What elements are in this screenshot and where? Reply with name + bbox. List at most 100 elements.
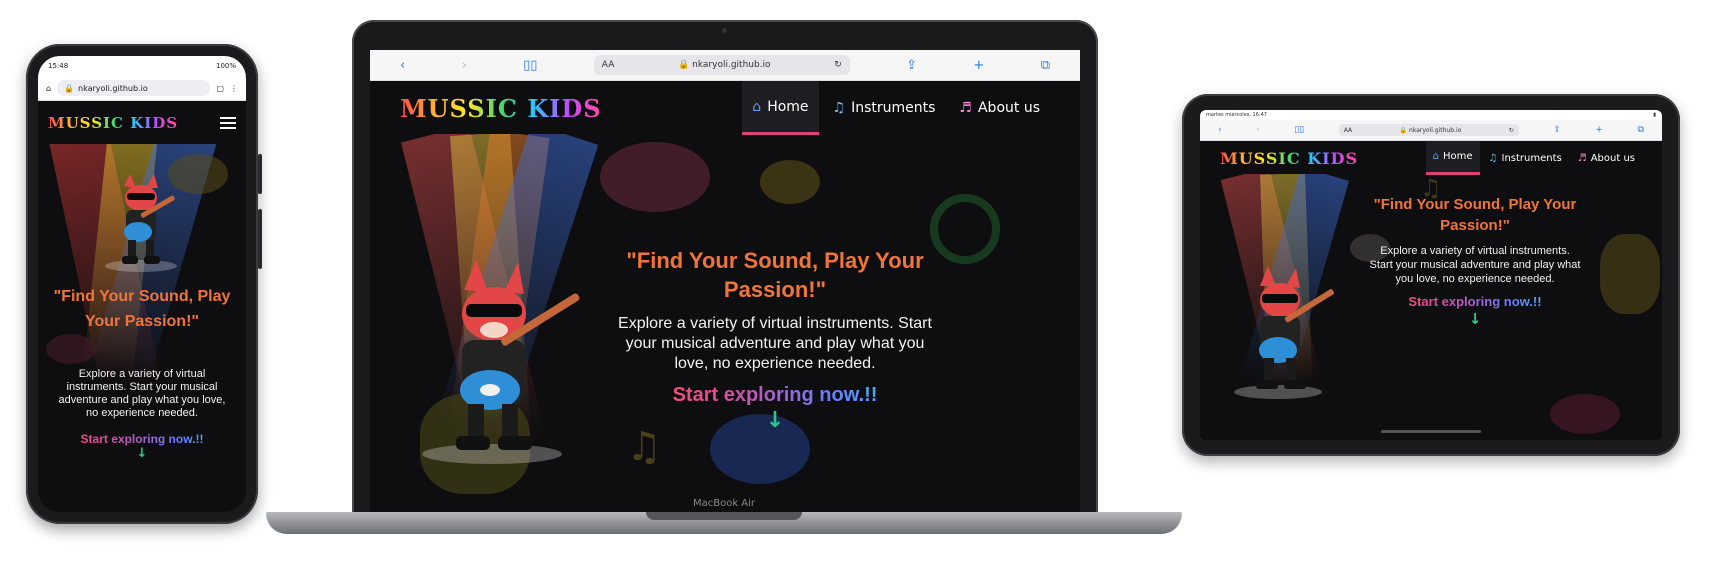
share-icon[interactable]: ⇪ bbox=[1553, 125, 1561, 135]
back-icon[interactable]: ‹ bbox=[400, 58, 405, 73]
down-arrow-icon[interactable]: ↓ bbox=[1368, 310, 1582, 328]
laptop-browser-toolbar: ‹ › ▯▯ AA 🔒 nkaryoli.github.io ↻ ⇪ + ⧉ bbox=[370, 50, 1080, 81]
tablet-site-header: MUSSIC KIDS ⌂ Home ♫ Instruments ♬ About… bbox=[1200, 141, 1662, 175]
phone-url-text: nkaryoli.github.io bbox=[78, 83, 148, 93]
hero-headline: "Find Your Sound, Play Your Passion!" bbox=[1373, 196, 1577, 234]
drum-icon bbox=[1550, 394, 1620, 434]
phone-power-button bbox=[258, 154, 262, 194]
headphones-icon bbox=[930, 194, 1000, 264]
phone-hero: "Find Your Sound, Play Your Passion!" Ex… bbox=[38, 144, 246, 512]
phone-screen: 15:48 100% ⌂ 🔒 nkaryoli.github.io ▢ ⋮ MU… bbox=[38, 56, 246, 512]
laptop-address-field[interactable]: AA 🔒 nkaryoli.github.io ↻ bbox=[593, 55, 850, 75]
battery-icon: ▮ bbox=[1653, 112, 1656, 118]
drum-icon bbox=[600, 142, 710, 212]
new-tab-icon[interactable]: + bbox=[1595, 125, 1603, 135]
fox-guitarist-illustration bbox=[422, 260, 580, 464]
nav-label: Home bbox=[1443, 151, 1473, 162]
lock-icon: 🔒 bbox=[1399, 126, 1408, 134]
phone-battery-level: 100% bbox=[215, 62, 236, 70]
drum-icon bbox=[760, 160, 820, 204]
hero-subtitle: Explore a variety of virtual instruments… bbox=[618, 315, 932, 372]
phone-status-time: 15:48 bbox=[48, 62, 69, 70]
nav-label: About us bbox=[1590, 152, 1635, 164]
fox-guitarist-illustration bbox=[105, 174, 177, 272]
hero-subtitle: Explore a variety of virtual instruments… bbox=[58, 368, 226, 419]
phone-url-bar: ⌂ 🔒 nkaryoli.github.io ▢ ⋮ bbox=[38, 76, 246, 101]
nav-label: Instruments bbox=[1501, 152, 1562, 164]
music-chat-icon: ♬ bbox=[959, 100, 972, 116]
music-note-icon: ♫ bbox=[1488, 152, 1498, 164]
site-logo[interactable]: MUSSIC KIDS bbox=[48, 114, 178, 132]
main-nav: ⌂ Home ♫ Instruments ♬ About us bbox=[1425, 141, 1642, 175]
nav-home[interactable]: ⌂ Home bbox=[1425, 141, 1480, 175]
tabs-overview-icon[interactable]: ⧉ bbox=[1041, 58, 1050, 73]
down-arrow-icon[interactable]: ↓ bbox=[38, 446, 246, 461]
tablet-status-time: martes miércoles, 16:47 bbox=[1206, 112, 1267, 118]
laptop-url-text: nkaryoli.github.io bbox=[692, 60, 771, 70]
site-logo[interactable]: MUSSIC KIDS bbox=[400, 94, 602, 123]
nav-about[interactable]: ♬ About us bbox=[949, 81, 1050, 135]
phone-address-field[interactable]: 🔒 nkaryoli.github.io bbox=[57, 80, 211, 96]
laptop-screen: ‹ › ▯▯ AA 🔒 nkaryoli.github.io ↻ ⇪ + ⧉ M… bbox=[370, 50, 1080, 516]
home-icon[interactable]: ⌂ bbox=[46, 84, 51, 93]
laptop-hero: ♫ "Find Your Sound, Play Your Passion!" bbox=[370, 134, 1080, 516]
share-icon[interactable]: ⇪ bbox=[906, 58, 917, 73]
laptop-site-header: MUSSIC KIDS ⌂ Home ♫ Instruments ♬ About… bbox=[370, 81, 1080, 135]
hero-headline: "Find Your Sound, Play Your Passion!" bbox=[53, 288, 231, 330]
text-size-button[interactable]: AA bbox=[602, 60, 615, 70]
laptop-hinge-notch bbox=[646, 512, 802, 520]
music-note-icon: ♫ bbox=[832, 100, 846, 116]
laptop-device: ‹ › ▯▯ AA 🔒 nkaryoli.github.io ↻ ⇪ + ⧉ M… bbox=[352, 20, 1098, 528]
tablet-hero: ♫ "Find Your Sound, Play Your Passion!" bbox=[1200, 174, 1662, 440]
nav-home[interactable]: ⌂ Home bbox=[742, 81, 819, 135]
drum-icon bbox=[1600, 234, 1660, 314]
tablet-screen: martes miércoles, 16:47 ▮ ‹ › ▯▯ AA 🔒 nk… bbox=[1200, 110, 1662, 440]
reader-icon[interactable]: ▯▯ bbox=[1294, 125, 1304, 135]
hamburger-menu-icon[interactable] bbox=[220, 114, 236, 132]
forward-icon[interactable]: › bbox=[462, 58, 467, 73]
lock-icon: 🔒 bbox=[64, 83, 75, 93]
new-tab-icon[interactable]: + bbox=[973, 58, 984, 73]
hero-headline: "Find Your Sound, Play Your Passion!" bbox=[626, 248, 924, 302]
nav-label: About us bbox=[977, 100, 1040, 116]
fox-guitarist-illustration bbox=[1234, 266, 1334, 399]
site-logo[interactable]: MUSSIC KIDS bbox=[1220, 149, 1358, 168]
lock-icon: 🔒 bbox=[678, 60, 690, 70]
hero-subtitle: Explore a variety of virtual instruments… bbox=[1369, 245, 1581, 285]
phone-device: 15:48 100% ⌂ 🔒 nkaryoli.github.io ▢ ⋮ MU… bbox=[26, 44, 262, 524]
tablet-status-bar: martes miércoles, 16:47 ▮ bbox=[1200, 110, 1662, 120]
reload-icon[interactable]: ↻ bbox=[1509, 127, 1514, 134]
nav-instruments[interactable]: ♫ Instruments bbox=[823, 81, 946, 135]
start-exploring-link[interactable]: Start exploring now.!! bbox=[1368, 294, 1582, 309]
text-size-button[interactable]: AA bbox=[1344, 127, 1352, 134]
home-icon: ⌂ bbox=[752, 98, 762, 115]
music-chat-icon: ♬ bbox=[1577, 152, 1587, 164]
start-exploring-link[interactable]: Start exploring now.!! bbox=[620, 384, 930, 407]
nav-instruments[interactable]: ♫ Instruments bbox=[1482, 141, 1569, 175]
laptop-model-label: MacBook Air bbox=[692, 498, 756, 509]
drum-icon bbox=[46, 334, 96, 364]
laptop-base: MacBook Air bbox=[266, 498, 1182, 542]
home-icon: ⌂ bbox=[1432, 151, 1439, 162]
home-indicator[interactable] bbox=[1381, 430, 1481, 433]
reload-icon[interactable]: ↻ bbox=[834, 60, 842, 70]
nav-label: Instruments bbox=[851, 100, 936, 116]
camera bbox=[722, 28, 727, 33]
start-exploring-link[interactable]: Start exploring now.!! bbox=[38, 432, 246, 446]
phone-volume-button bbox=[258, 209, 262, 269]
tabs-overview-icon[interactable]: ⧉ bbox=[1638, 125, 1644, 135]
main-nav: ⌂ Home ♫ Instruments ♬ About us bbox=[742, 81, 1050, 135]
nav-label: Home bbox=[767, 98, 809, 115]
down-arrow-icon[interactable]: ↓ bbox=[620, 408, 930, 433]
forward-icon[interactable]: › bbox=[1256, 125, 1260, 135]
nav-about[interactable]: ♬ About us bbox=[1571, 141, 1642, 175]
phone-site-header: MUSSIC KIDS bbox=[38, 101, 246, 145]
more-icon[interactable]: ⋮ bbox=[230, 84, 238, 93]
tablet-address-field[interactable]: AA 🔒 nkaryoli.github.io ↻ bbox=[1338, 124, 1519, 136]
tablet-browser-toolbar: ‹ › ▯▯ AA 🔒 nkaryoli.github.io ↻ ⇪ + ⧉ bbox=[1200, 120, 1662, 141]
tabs-icon[interactable]: ▢ bbox=[216, 84, 224, 93]
phone-status-bar: 15:48 100% bbox=[38, 56, 246, 76]
back-icon[interactable]: ‹ bbox=[1218, 125, 1222, 135]
reader-icon[interactable]: ▯▯ bbox=[523, 58, 537, 73]
tablet-device: martes miércoles, 16:47 ▮ ‹ › ▯▯ AA 🔒 nk… bbox=[1182, 94, 1680, 456]
